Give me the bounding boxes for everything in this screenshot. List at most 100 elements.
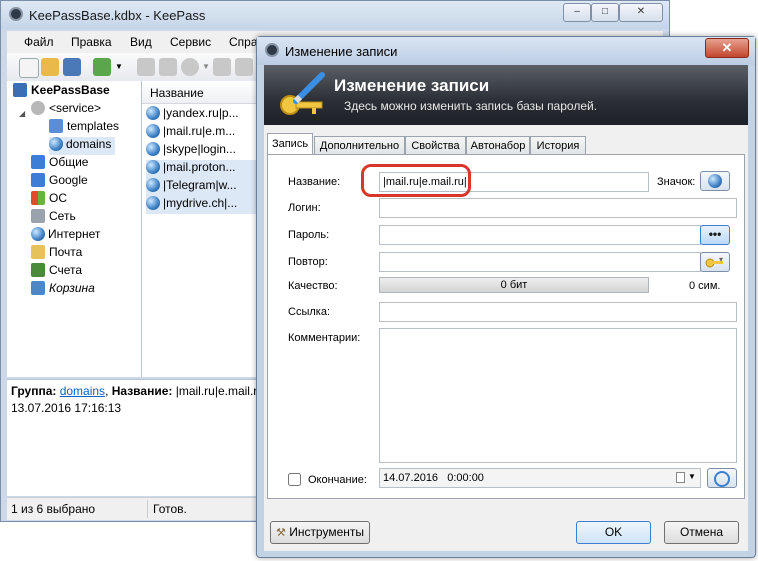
menu-tools[interactable]: Сервис [170,35,211,49]
menu-help[interactable]: Спра [229,35,258,49]
key-generator-icon: ▾ [705,255,723,268]
add-entry-icon[interactable] [93,58,111,76]
cancel-button[interactable]: Отмена [664,521,739,544]
main-window-title: KeePassBase.kdbx - KeePass [29,8,206,23]
database-icon [13,83,27,97]
dialog-titlebar: Изменение записи ✕ [257,37,755,65]
tree-node-general[interactable]: Общие [31,155,88,173]
icon-picker-button[interactable] [700,171,730,191]
new-database-icon[interactable] [19,58,39,78]
tab-advanced[interactable]: Дополнительно [314,136,405,154]
windows-icon [31,191,45,205]
open-folder-icon[interactable] [41,58,59,76]
login-input[interactable] [379,198,737,218]
title-label: Название: [288,176,341,188]
status-selection: 1 из 6 выбрано [11,502,96,516]
password-generator-button[interactable]: ▾ [700,252,730,272]
entry-list-header[interactable]: Название [142,81,260,104]
expires-label: Окончание: [308,474,367,486]
quality-bar-text: 0 бит [500,279,528,291]
group-link[interactable]: domains [60,384,105,398]
autotype-icon[interactable] [213,58,231,76]
folder-icon [31,155,45,169]
maximize-button[interactable]: □ [591,3,619,22]
network-icon [31,209,45,223]
chevron-down-icon[interactable]: ▼ [115,62,123,71]
entry-row[interactable]: |mydrive.ch|... [146,196,258,214]
dots-icon: ••• [708,227,722,241]
tools-button-label: Инструменты [289,525,365,539]
repeat-label: Повтор: [288,256,328,268]
tree-node-internet[interactable]: Интернет [31,227,100,245]
notes-textarea[interactable] [379,328,737,463]
password-label: Пароль: [288,229,330,241]
url-input[interactable] [379,302,737,322]
menu-edit[interactable]: Правка [71,35,112,49]
expires-checkbox[interactable] [288,473,301,486]
tab-autotype[interactable]: Автонабор [466,136,530,154]
chevron-down-icon[interactable]: ▼ [688,472,696,481]
close-button[interactable]: ✕ [619,3,663,22]
column-header-title[interactable]: Название [150,86,204,100]
status-divider [147,500,148,518]
entry-row[interactable]: |yandex.ru|p... [146,106,258,124]
minimize-button[interactable]: ‒ [563,3,591,22]
edit-entry-dialog: Изменение записи ✕ Изменение записи Здес… [256,36,756,558]
name-value: |mail.ru|e.mail.ru [175,384,264,398]
quality-chars: 0 сим. [689,280,721,292]
percent-icon [31,263,45,277]
tree-node-os[interactable]: ОС [31,191,67,209]
tab-entry[interactable]: Запись [267,133,313,155]
tab-history[interactable]: История [530,136,586,154]
tree-node-google[interactable]: Google [31,173,88,191]
tools-button[interactable]: ⚒ Инструменты [270,521,370,544]
keepass-lock-icon [265,43,279,57]
entry-row[interactable]: |mail.proton... [146,160,258,178]
expiry-presets-button[interactable] [707,468,737,488]
globe-icon [708,174,722,188]
banner-title: Изменение записи [334,76,490,95]
entry-list[interactable]: Название |yandex.ru|p... |mail.ru|e.m...… [142,81,260,377]
find-icon[interactable] [235,58,253,76]
name-label: Название: [111,384,173,398]
icon-label: Значок: [657,176,696,188]
tree-node-recycle-bin[interactable]: Корзина [31,281,95,299]
globe-icon [146,196,160,210]
dialog-close-button[interactable]: ✕ [705,38,749,58]
dialog-body: Запись Дополнительно Свойства Автонабор … [264,125,748,551]
copy-user-icon[interactable] [137,58,155,76]
tree-node-root[interactable]: KeePassBase [13,83,110,101]
open-url-icon[interactable] [181,58,199,76]
tree-node-network[interactable]: Сеть [31,209,76,227]
globe-icon [146,124,160,138]
menu-view[interactable]: Вид [130,35,152,49]
globe-icon [31,227,45,241]
dialog-banner: Изменение записи Здесь можно изменить за… [264,65,748,125]
tree-node-accounts[interactable]: Счета [31,263,82,281]
password-input[interactable] [379,225,701,245]
show-password-button[interactable]: ••• [700,225,730,245]
tree-node-mail[interactable]: Почта [31,245,82,263]
tree-node-service[interactable]: <service> [31,101,101,119]
copy-password-icon[interactable] [159,58,177,76]
entry-row[interactable]: |mail.ru|e.m... [146,124,258,142]
tab-properties[interactable]: Свойства [405,136,466,154]
repeat-input[interactable] [379,252,701,272]
ok-button[interactable]: OK [576,521,651,544]
entry-row[interactable]: |Telegram|w... [146,178,258,196]
tree-node-domains[interactable]: domains [49,137,116,155]
globe-icon [146,178,160,192]
svg-text:▾: ▾ [719,255,723,264]
expires-datetime-picker[interactable]: 14.07.2016 0:00:00 ▼ [379,468,701,488]
quality-bar: 0 бит [379,277,649,293]
save-icon[interactable] [63,58,81,76]
menu-file[interactable]: Файл [24,35,54,49]
tree-node-templates[interactable]: templates [49,119,119,137]
chevron-down-icon[interactable]: ▼ [202,62,210,71]
entry-row[interactable]: |skype|login... [146,142,258,160]
expander-icon[interactable]: ◢ [19,109,25,118]
key-pen-icon [280,72,325,115]
group-tree[interactable]: KeePassBase ◢ <service> templates domain… [7,81,142,377]
notes-label: Комментарии: [288,332,361,344]
calendar-icon[interactable] [676,472,685,483]
